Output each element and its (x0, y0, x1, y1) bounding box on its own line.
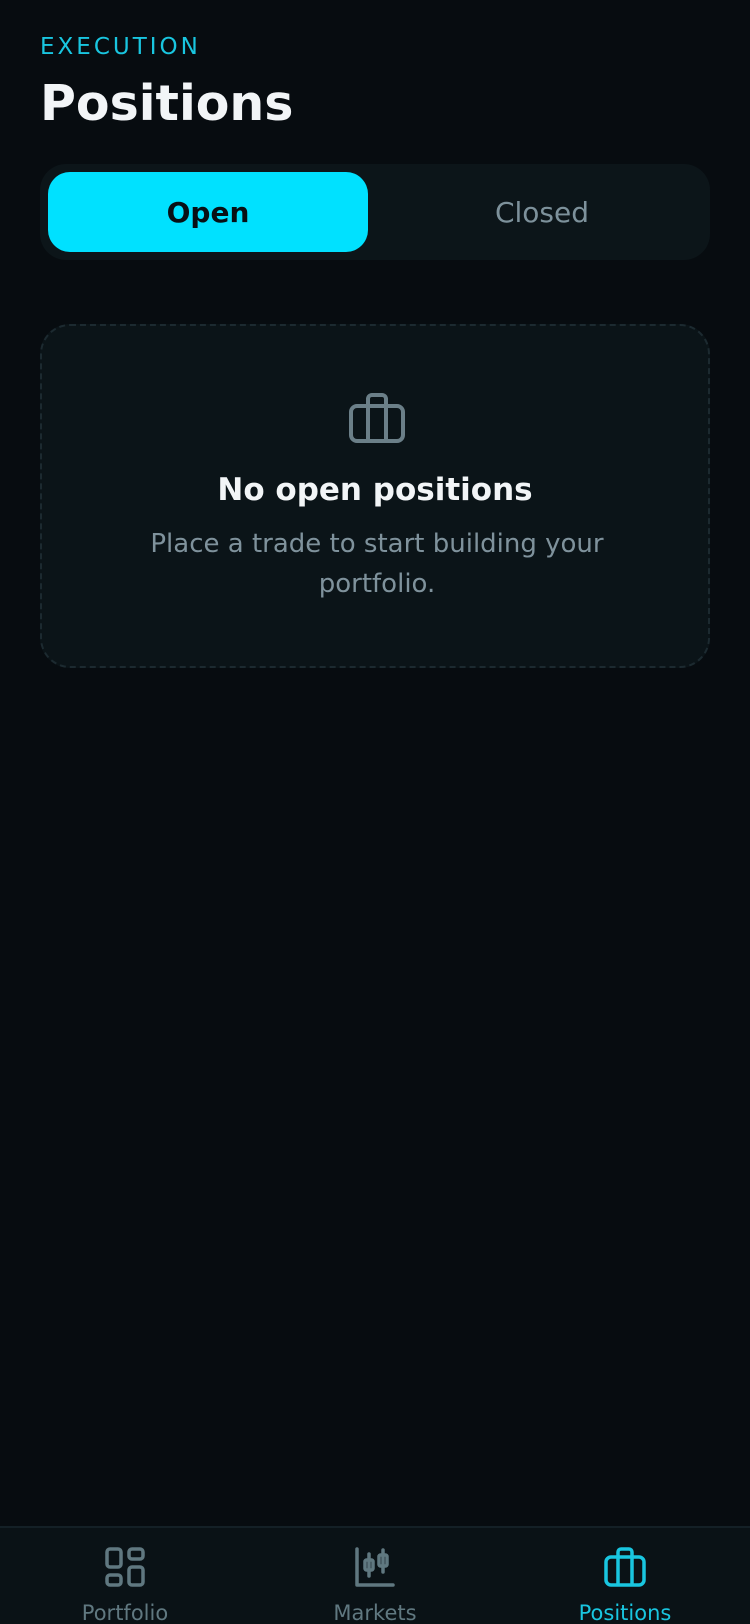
candlestick-chart-icon (355, 1547, 395, 1587)
empty-state-title: No open positions (217, 472, 533, 508)
tab-positions[interactable]: Positions (500, 1528, 750, 1624)
tab-label-markets: Markets (333, 1601, 417, 1624)
tab-label-portfolio: Portfolio (81, 1601, 169, 1624)
positions-screen: EXECUTION Positions Open Closed No open … (0, 0, 750, 1624)
section-eyebrow: EXECUTION (40, 34, 201, 60)
page-header: EXECUTION Positions (40, 32, 293, 134)
briefcase-icon (604, 1547, 646, 1587)
tab-closed[interactable]: Closed (382, 172, 702, 252)
empty-state-card: No open positions Place a trade to start… (40, 324, 710, 668)
empty-state-subtitle: Place a trade to start building your por… (150, 529, 604, 599)
grid-icon (105, 1547, 145, 1587)
open-closed-toggle: Open Closed (40, 164, 710, 260)
tab-portfolio[interactable]: Portfolio (0, 1528, 250, 1624)
briefcase-icon (349, 393, 405, 443)
bottom-tab-bar: Portfolio Markets Positions (0, 1526, 750, 1624)
tab-open[interactable]: Open (48, 172, 368, 252)
tab-label-positions: Positions (578, 1601, 672, 1624)
tab-markets[interactable]: Markets (250, 1528, 500, 1624)
page-title: Positions (40, 75, 294, 132)
